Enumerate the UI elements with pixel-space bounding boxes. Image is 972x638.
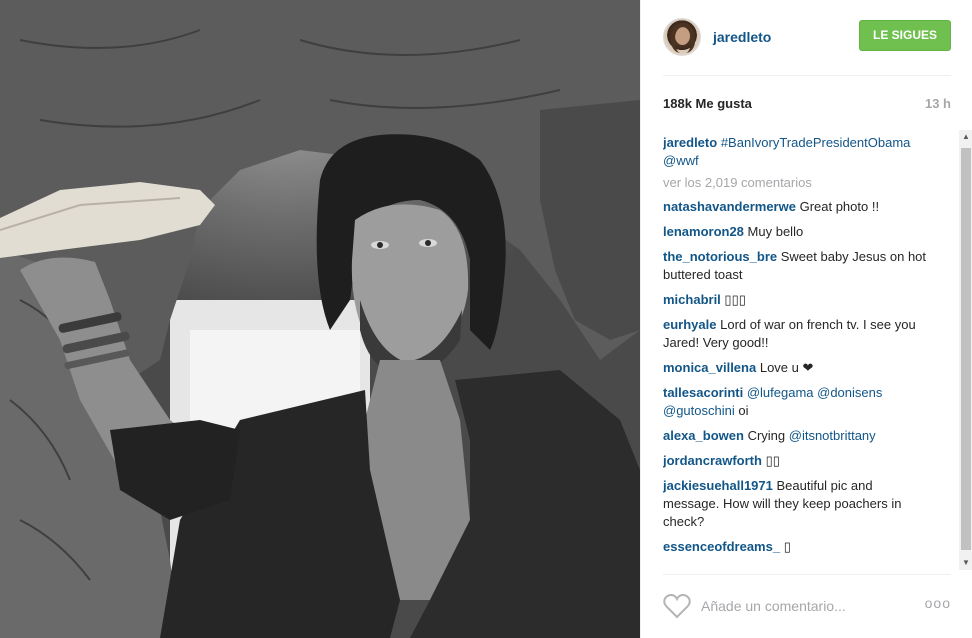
comment-username-link[interactable]: essenceofdreams_ [663, 539, 780, 554]
scroll-down-arrow-icon[interactable]: ▼ [959, 556, 972, 570]
comment-username-link[interactable]: michabril [663, 292, 721, 307]
comment-item: essenceofdreams_ ▯ [663, 538, 931, 556]
comment-text: ▯ [783, 539, 791, 554]
comment-item: jordancrawforth ▯▯ [663, 452, 931, 470]
scroll-thumb[interactable] [961, 148, 971, 550]
view-all-comments-link[interactable]: ver los 2,019 comentarios [663, 174, 931, 192]
comment-mention-link[interactable]: @itsnotbrittany [789, 428, 876, 443]
comment-text-tail: oi [734, 403, 749, 418]
comment-username-link[interactable]: jordancrawforth [663, 453, 762, 468]
comments-list: jaredleto #BanIvoryTradePresidentObama @… [663, 134, 931, 566]
comments-scrollbar[interactable]: ▲ ▼ [959, 130, 972, 570]
comment-item: natashavandermerwe Great photo !! [663, 198, 931, 216]
post-photo [0, 0, 640, 638]
photo-illustration [0, 0, 640, 638]
heart-outline-icon[interactable] [663, 593, 691, 619]
comment-item: michabril ▯▯▯ [663, 291, 931, 309]
comment-container: natashavandermerwe Great photo !! lenamor… [663, 198, 931, 556]
comment-item: alexa_bowen Crying @itsnotbrittany [663, 427, 931, 445]
comment-item: eurhyale Lord of war on french tv. I see… [663, 316, 931, 352]
post-sidebar: jaredleto LE SIGUES 188k Me gusta 13 h j… [640, 0, 972, 638]
avatar-hair [671, 23, 695, 53]
post-header: jaredleto LE SIGUES [663, 14, 951, 76]
comment-item: the_notorious_bre Sweet baby Jesus on ho… [663, 248, 931, 284]
author-avatar[interactable] [663, 18, 701, 56]
more-options-icon[interactable]: ooo [925, 595, 951, 611]
comment-item: lenamoron28 Muy bello [663, 223, 931, 241]
author-username-link[interactable]: jaredleto [713, 29, 771, 45]
post-timestamp[interactable]: 13 h [925, 96, 951, 111]
comment-username-link[interactable]: the_notorious_bre [663, 249, 777, 264]
following-button[interactable]: LE SIGUES [859, 20, 951, 51]
comment-item: monica_villena Love u ❤ [663, 359, 931, 377]
add-comment-input[interactable] [701, 595, 901, 617]
comment-text: ▯▯▯ [724, 292, 746, 307]
comment-username-link[interactable]: natashavandermerwe [663, 199, 796, 214]
comment-username-link[interactable]: tallesacorinti [663, 385, 743, 400]
post-footer: ooo [663, 574, 951, 638]
likes-row: 188k Me gusta 13 h [663, 96, 951, 112]
comment-item: jackiesuehall1971 Beautiful pic and mess… [663, 477, 931, 531]
caption-username-link[interactable]: jaredleto [663, 135, 717, 150]
comment-text: Love u ❤ [759, 360, 814, 375]
comment-username-link[interactable]: lenamoron28 [663, 224, 744, 239]
comment-text: Muy bello [747, 224, 804, 239]
comment-text: ▯▯ [765, 453, 780, 468]
comment-username-link[interactable]: alexa_bowen [663, 428, 744, 443]
comment-text: Crying [747, 428, 789, 443]
scroll-up-arrow-icon[interactable]: ▲ [959, 130, 972, 144]
comment-username-link[interactable]: jackiesuehall1971 [663, 478, 773, 493]
caption: jaredleto #BanIvoryTradePresidentObama @… [663, 134, 931, 170]
comment-text: Great photo !! [799, 199, 880, 214]
comment-item: tallesacorinti @lufegama @donisens @guto… [663, 384, 931, 420]
comment-username-link[interactable]: eurhyale [663, 317, 716, 332]
comment-username-link[interactable]: monica_villena [663, 360, 756, 375]
likes-count[interactable]: 188k Me gusta [663, 96, 752, 111]
